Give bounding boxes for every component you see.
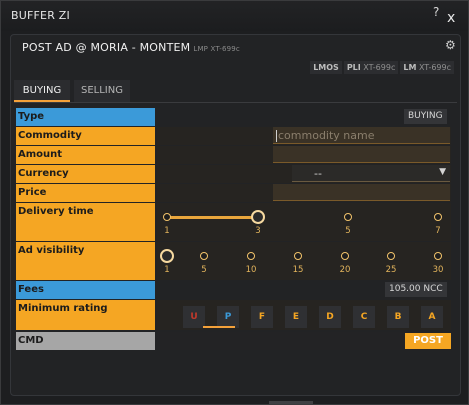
slider-stop[interactable] [387,252,395,260]
tab-divider [14,102,457,103]
slider-stop[interactable] [344,213,352,221]
rating-option-f[interactable]: F [251,306,273,328]
slider-stop[interactable] [200,252,208,260]
commodity-label: Commodity [16,127,155,145]
tag-lm[interactable]: LM XT-699c [400,61,454,74]
currency-label: Currency [16,165,155,183]
text-cursor [276,130,277,142]
tab-buying[interactable]: BUYING [14,80,70,102]
tag-lmos[interactable]: LMOS [310,61,342,74]
rating-option-a[interactable]: A [421,306,443,328]
ad-visibility-slider[interactable]: 1 5 10 15 20 25 30 [157,242,451,280]
price-label: Price [16,184,155,202]
slider-tick-label: 20 [339,265,351,275]
chevron-down-icon: ▼ [439,167,446,177]
resize-handle[interactable] [269,401,313,404]
price-input[interactable] [273,184,450,201]
slider-stop[interactable] [434,252,442,260]
slider-tick-label: 10 [245,265,257,275]
slider-tick-label: 5 [201,265,207,275]
slider-knob[interactable] [160,249,174,263]
post-button[interactable]: POST [405,333,451,349]
rating-option-p[interactable]: P [217,306,239,328]
minimum-rating-label: Minimum rating [16,300,155,330]
fees-label: Fees [16,281,155,299]
ad-visibility-label: Ad visibility [16,242,155,280]
type-label: Type [16,108,155,126]
panel-subtitle: LMP XT-699c [193,45,240,53]
rating-option-d[interactable]: D [319,306,341,328]
slider-stop[interactable] [294,252,302,260]
close-icon[interactable]: x [447,10,455,26]
tab-selling[interactable]: SELLING [74,80,130,102]
delivery-time-label: Delivery time [16,203,155,241]
slider-stop[interactable] [341,252,349,260]
slider-fill [167,216,257,219]
rating-option-b[interactable]: B [387,306,409,328]
panel-header: POST AD @ MORIA - MONTEM LMP XT-699c ⚙ [11,35,460,59]
slider-tick-label: 5 [345,226,351,236]
buffer-window: BUFFER ZI ? x POST AD @ MORIA - MONTEM LM… [0,0,469,405]
slider-tick-label: 3 [255,226,261,236]
window-title: BUFFER ZI [11,9,70,22]
amount-input[interactable] [273,146,450,163]
rating-option-u[interactable]: U [183,306,205,328]
currency-select[interactable]: -- ▼ [292,165,450,182]
window-titlebar[interactable]: BUFFER ZI ? x [1,1,468,31]
slider-tick-label: 15 [292,265,304,275]
slider-tick-label: 1 [164,226,170,236]
slider-stop[interactable] [163,213,171,221]
location-tags: LMOS PLI XT-699c LM XT-699c [308,61,454,74]
amount-label: Amount [16,146,155,164]
post-ad-panel: POST AD @ MORIA - MONTEM LMP XT-699c ⚙ LM… [10,34,461,396]
fees-value-badge: 105.00 NCC [385,282,447,297]
delivery-time-slider[interactable]: 1 3 5 7 [157,203,451,241]
rating-option-e[interactable]: E [285,306,307,328]
slider-tick-label: 7 [435,226,441,236]
panel-title: POST AD @ MORIA - MONTEM LMP XT-699c [22,41,240,54]
slider-tick-label: 30 [432,265,444,275]
slider-stop[interactable] [434,213,442,221]
slider-tick-label: 25 [385,265,397,275]
type-value-badge: BUYING [404,109,447,124]
tag-pli[interactable]: PLI XT-699c [343,61,399,74]
rating-option-c[interactable]: C [353,306,375,328]
help-icon[interactable]: ? [433,5,439,19]
cmd-label: CMD [16,332,155,350]
slider-stop[interactable] [247,252,255,260]
slider-knob[interactable] [251,210,265,224]
rating-selected-underline [203,326,235,328]
commodity-input[interactable]: commodity name [273,127,450,144]
slider-tick-label: 1 [164,265,170,275]
gear-icon[interactable]: ⚙ [445,38,456,52]
